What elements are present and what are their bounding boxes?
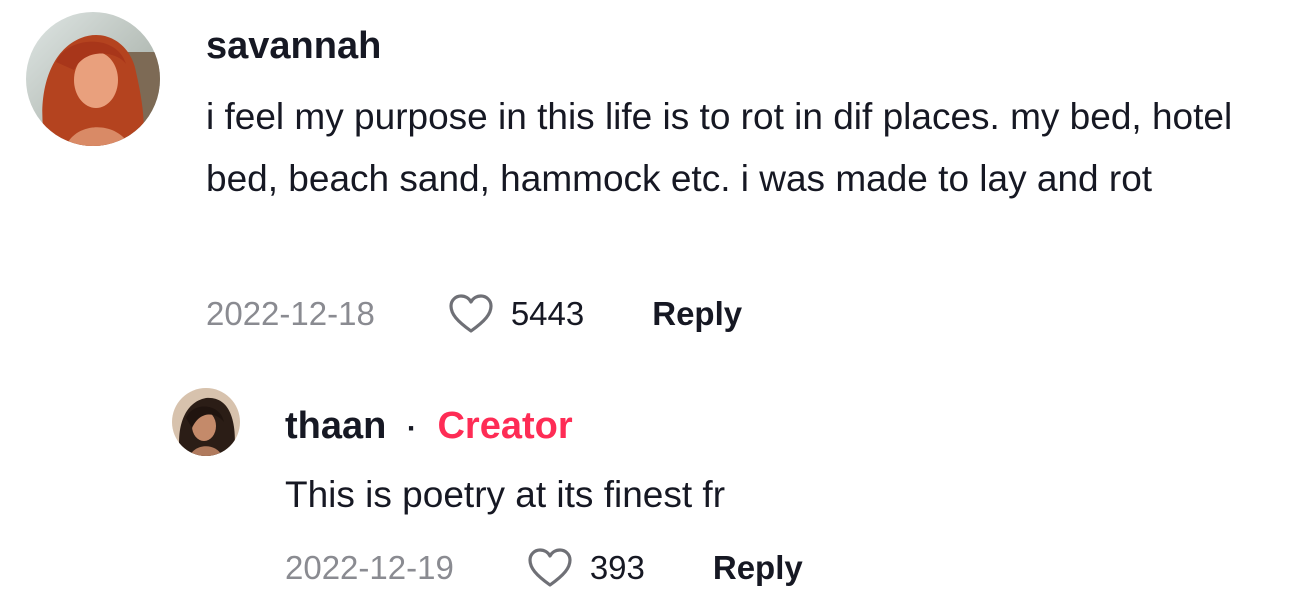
reply-text: This is poetry at its finest fr [285, 474, 726, 515]
reply-item: thaan · Creator This is poetry at its fi… [0, 360, 1292, 608]
comment-text: i feel my purpose in this life is to rot… [206, 96, 1233, 199]
reply-meta: 2022-12-19 393 Reply [285, 546, 803, 590]
avatar[interactable] [26, 12, 160, 146]
comment-date: 2022-12-18 [206, 295, 375, 332]
reply-button[interactable]: Reply [652, 295, 742, 333]
comment-meta: 2022-12-18 5443 Reply [206, 292, 742, 336]
comment-username[interactable]: savannah [206, 20, 381, 72]
heart-outline-icon [528, 548, 572, 587]
reply-date: 2022-12-19 [285, 549, 454, 586]
like-button[interactable]: 5443 [447, 293, 584, 335]
separator-dot: · [406, 412, 417, 445]
avatar[interactable] [172, 388, 240, 456]
reply-username-row: thaan · Creator [285, 400, 573, 455]
like-button[interactable]: 393 [526, 547, 645, 589]
reply-button[interactable]: Reply [713, 549, 803, 587]
reply-username[interactable]: thaan [285, 405, 386, 447]
avatar-image [172, 388, 240, 456]
heart-outline-icon [449, 294, 493, 333]
creator-badge: Creator [437, 405, 573, 447]
comment-item: savannah i feel my purpose in this life … [0, 0, 1292, 360]
like-count: 5443 [510, 295, 585, 332]
like-count: 393 [589, 549, 645, 586]
avatar-image [26, 12, 160, 146]
